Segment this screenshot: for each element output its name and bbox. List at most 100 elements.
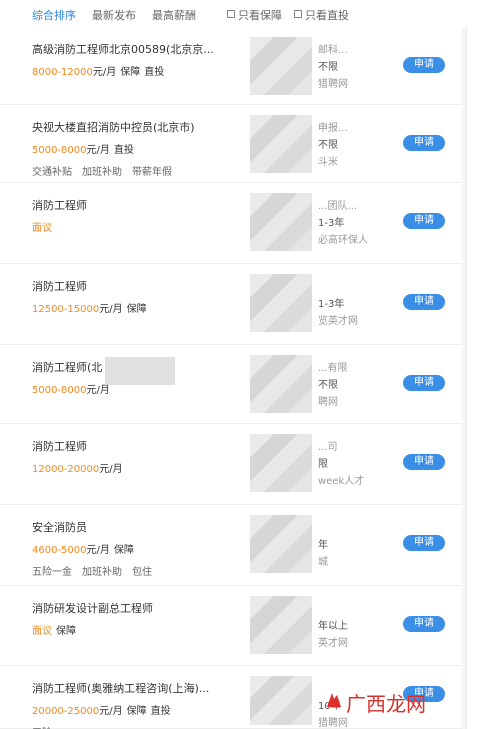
job-badge: 保障 <box>126 706 147 717</box>
job-row[interactable]: 消防工程师 12000-20000元/月 ...司限 week人才 申请 <box>0 424 462 505</box>
salary: 5000-8000 <box>32 145 87 156</box>
salary: 8000-12000 <box>32 67 93 78</box>
direct-only-checkbox[interactable] <box>294 10 302 18</box>
job-source: 必高环保人 <box>318 235 368 246</box>
company-name: ...有限 <box>318 363 348 374</box>
job-row[interactable]: 消防工程师 面议 ...团队... 1-3年 必高环保人 申请 <box>0 183 462 264</box>
job-title[interactable]: 高级消防工程师北京00589(北京京... <box>32 41 214 57</box>
company-name: 申报... <box>318 123 348 134</box>
salary-unit: 元/月 <box>86 385 110 396</box>
benefit-tag: 加班补助 <box>82 167 122 178</box>
salary-line: 8000-12000元/月 保障 直投 <box>32 63 164 78</box>
experience-req: 年以上 <box>318 621 348 632</box>
salary-unit: 元/月 <box>99 464 123 475</box>
sort-tab-default[interactable]: 综合排序 <box>32 7 76 23</box>
benefit-tag: 五险... <box>32 724 62 729</box>
salary: 4600-5000 <box>32 545 87 556</box>
job-title[interactable]: 消防工程师 <box>32 438 87 454</box>
job-badge: 保障 <box>113 545 134 556</box>
experience-req: 不限 <box>318 380 338 391</box>
salary-line: 面议 保障 <box>32 622 76 637</box>
salary-line: 4600-5000元/月 保障 <box>32 541 134 556</box>
apply-button[interactable]: 申请 <box>403 454 445 470</box>
job-title[interactable]: 央视大楼直招消防中控员(北京市) <box>32 119 195 135</box>
sort-tab-highest-salary[interactable]: 最高薪酬 <box>152 7 196 23</box>
job-title[interactable]: 消防工程师 <box>32 278 87 294</box>
salary-line: 面议 <box>32 219 52 234</box>
job-title[interactable]: 消防研发设计副总工程师 <box>32 600 153 616</box>
salary: 12000-20000 <box>32 464 100 475</box>
job-source: 英才网 <box>318 638 348 649</box>
salary-unit: 元/月 <box>99 706 123 717</box>
company-logo-redacted <box>250 37 312 95</box>
salary-line: 5000-8000元/月 直投 <box>32 141 134 156</box>
sort-bar: 综合排序 最新发布 最高薪酬 只看保障 只看直投 <box>0 0 478 27</box>
job-row[interactable]: 消防工程师 12500-15000元/月 保障 1-3年览英才网 申请 <box>0 264 462 345</box>
company-logo-redacted <box>250 434 312 492</box>
guarantee-only-label[interactable]: 只看保障 <box>238 7 282 23</box>
watermark: 广西龙网 <box>346 692 426 716</box>
job-source: 览英才网 <box>318 316 358 327</box>
job-source: 猎聘网 <box>318 718 348 729</box>
salary-unit: 元/月 <box>86 545 110 556</box>
apply-button[interactable]: 申请 <box>403 57 445 73</box>
benefit-tags: 五险一金 加班补助 包住 <box>32 563 162 578</box>
apply-button[interactable]: 申请 <box>403 135 445 151</box>
job-source: 城 <box>318 557 328 568</box>
salary: 面议 <box>32 626 52 637</box>
apply-button[interactable]: 申请 <box>403 213 445 229</box>
salary-unit: 元/月 <box>99 304 123 315</box>
job-title[interactable]: 消防工程师(北 <box>32 359 102 375</box>
apply-button[interactable]: 申请 <box>403 294 445 310</box>
company-logo-redacted <box>250 274 312 332</box>
job-source: 斗米 <box>318 157 338 168</box>
job-row[interactable]: 央视大楼直招消防中控员(北京市) 5000-8000元/月 直投交通补贴 加班补助 带薪… <box>0 105 462 183</box>
job-title[interactable]: 消防工程师(奥雅纳工程咨询(上海)... <box>32 680 209 696</box>
job-badge: 保障 <box>56 626 76 637</box>
salary: 面议 <box>32 223 52 234</box>
job-row[interactable]: 消防研发设计副总工程师 面议 保障 年以上 英才网 申请 <box>0 586 462 666</box>
job-badge: 保障 <box>120 67 141 78</box>
company-name: 邮科... <box>318 45 348 56</box>
job-title[interactable]: 安全消防员 <box>32 519 87 535</box>
apply-button[interactable]: 申请 <box>403 535 445 551</box>
salary-unit: 元/月 <box>92 67 117 78</box>
salary: 5000-8000 <box>32 385 87 396</box>
company-logo-redacted <box>250 676 312 725</box>
benefit-tag: 五险一金 <box>32 567 72 578</box>
benefit-tag: 包住 <box>132 567 152 578</box>
benefit-tags: 交通补贴 加班补助 带薪年假 <box>32 163 182 178</box>
benefit-tag: 带薪年假 <box>132 167 172 178</box>
apply-button[interactable]: 申请 <box>403 375 445 391</box>
company-name: ...司 <box>318 442 338 453</box>
salary-line: 20000-25000元/月 保障 直投 <box>32 702 171 717</box>
job-source: 聘网 <box>318 397 338 408</box>
job-title[interactable]: 消防工程师 <box>32 197 87 213</box>
job-row[interactable]: 安全消防员 4600-5000元/月 保障 五险一金 加班补助 包住 年城 申请 <box>0 505 462 586</box>
benefit-tag: 加班补助 <box>82 567 122 578</box>
salary-line: 12500-15000元/月 保障 <box>32 300 147 315</box>
guarantee-only-checkbox[interactable] <box>227 10 235 18</box>
company-logo-redacted <box>250 515 312 573</box>
experience-req: 不限 <box>318 140 338 151</box>
experience-req: 1-3年 <box>318 299 345 310</box>
salary: 20000-25000 <box>32 706 100 717</box>
benefit-tag: 交通补贴 <box>32 167 72 178</box>
company-logo-redacted <box>250 193 312 251</box>
apply-button[interactable]: 申请 <box>403 616 445 632</box>
watermark-logo-icon <box>327 693 341 707</box>
company-logo-redacted <box>250 355 312 413</box>
job-row[interactable]: 消防工程师(北 5000-8000元/月 ...有限不限聘网 申请 <box>0 345 462 424</box>
job-badge: 直投 <box>113 145 134 156</box>
sort-tab-newest[interactable]: 最新发布 <box>92 7 136 23</box>
company-logo-redacted <box>250 596 312 654</box>
job-badge: 直投 <box>144 67 165 78</box>
benefit-tags: 五险... <box>32 724 72 729</box>
direct-only-label[interactable]: 只看直投 <box>305 7 349 23</box>
company-logo-redacted <box>250 115 312 173</box>
salary-unit: 元/月 <box>86 145 110 156</box>
experience-req: 不限 <box>318 62 338 73</box>
job-row[interactable]: 高级消防工程师北京00589(北京京... 8000-12000元/月 保障 直投 邮科… <box>0 27 462 105</box>
job-badge: 保障 <box>126 304 147 315</box>
salary-line: 5000-8000元/月 <box>32 381 110 396</box>
